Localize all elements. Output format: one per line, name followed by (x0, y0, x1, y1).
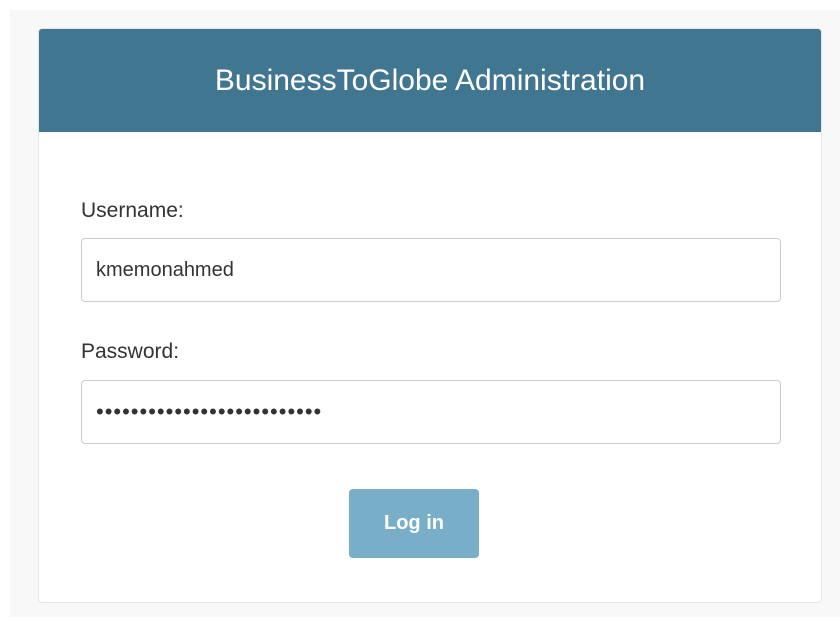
login-card: BusinessToGlobe Administration Username:… (38, 28, 822, 603)
password-label: Password: (81, 340, 180, 363)
username-label: Username: (81, 199, 184, 222)
login-button[interactable]: Log in (349, 489, 479, 558)
login-header: BusinessToGlobe Administration (39, 29, 821, 132)
site-title: BusinessToGlobe Administration (214, 63, 646, 97)
username-input[interactable] (81, 238, 781, 302)
password-input[interactable] (81, 380, 781, 444)
